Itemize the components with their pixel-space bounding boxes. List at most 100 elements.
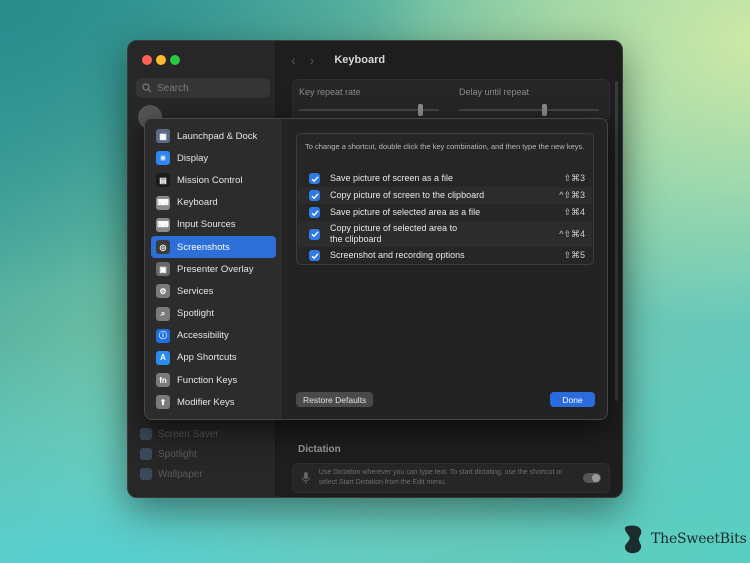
accessibility-icon: ⓘ [156, 328, 170, 343]
sidebar-item-services[interactable]: ⚙ Services [151, 280, 276, 302]
sidebar-item-launchpad-dock[interactable]: ▦ Launchpad & Dock [151, 125, 276, 147]
sidebar-item-label: Display [177, 152, 209, 164]
sidebar-item-label: Screenshots [177, 241, 230, 253]
keyboard-shortcuts-sheet: ▦ Launchpad & Dock ☀ Display ▤ Mission Contro… [144, 118, 608, 420]
mission-control-icon: ▤ [156, 173, 170, 188]
key-repeat-label: Key repeat rate [299, 87, 361, 97]
sidebar-item-spotlight[interactable]: Spotlight [140, 448, 197, 460]
shortcut-checkbox[interactable] [309, 207, 320, 218]
delay-slider[interactable] [459, 109, 599, 111]
sidebar-item-mission-control[interactable]: ▤ Mission Control [151, 169, 276, 191]
brand-name: TheSweetBits [651, 531, 747, 547]
sidebar-item-keyboard[interactable]: ⌨ Keyboard [151, 192, 276, 214]
sidebar-item-label: Accessibility [177, 330, 229, 342]
sidebar-item-display[interactable]: ☀ Display [151, 147, 276, 169]
watermark-logo: TheSweetBits [622, 524, 747, 554]
sidebar-item-label: Input Sources [177, 219, 236, 231]
shortcut-checkbox[interactable] [309, 173, 320, 184]
search-placeholder: Search [157, 82, 189, 94]
shortcuts-sidebar: ▦ Launchpad & Dock ☀ Display ▤ Mission Contro… [145, 119, 283, 419]
shortcut-keys[interactable]: ^⇧⌘4 [559, 229, 585, 240]
sidebar-item-label: Keyboard [177, 197, 218, 209]
sidebar-item-label: Wallpaper [158, 468, 203, 480]
input-sources-icon: ⌨ [156, 217, 170, 232]
search-icon [142, 83, 152, 93]
shortcut-row[interactable]: Save picture of screen as a file ⇧⌘3 [298, 170, 592, 187]
shortcut-keys[interactable]: ⇧⌘3 [563, 173, 585, 184]
spotlight-icon: ⌕ [156, 306, 170, 321]
fn-key-icon: fn [156, 373, 170, 388]
delay-label: Delay until repeat [459, 87, 530, 97]
key-repeat-slider-knob[interactable] [418, 104, 423, 116]
scrollbar[interactable] [615, 81, 618, 401]
sidebar-item-label: Modifier Keys [177, 396, 235, 408]
sidebar-item-label: App Shortcuts [177, 352, 237, 364]
gear-icon: ⚙ [156, 284, 170, 299]
shortcut-keys[interactable]: ⇧⌘5 [563, 250, 585, 261]
shortcut-row[interactable]: Save picture of selected area as a file ⇧… [298, 204, 592, 221]
checkmark-icon [311, 252, 319, 259]
shortcut-checkbox[interactable] [309, 190, 320, 201]
done-button[interactable]: Done [550, 392, 595, 407]
checkmark-icon [311, 175, 319, 182]
shortcut-row[interactable]: Copy picture of screen to the clipboard ^… [298, 187, 592, 204]
sidebar-item-label: Services [177, 285, 214, 297]
sidebar-item-function-keys[interactable]: fn Function Keys [151, 369, 276, 391]
sweetbits-logo-icon [624, 525, 642, 554]
sidebar-item-app-shortcuts[interactable]: A App Shortcuts [151, 347, 276, 369]
shortcuts-pane: To change a shortcut, double click the k… [283, 119, 607, 419]
back-chevron-icon[interactable]: ‹ [291, 52, 296, 68]
sidebar-item-accessibility[interactable]: ⓘ Accessibility [151, 325, 276, 347]
delay-slider-knob[interactable] [542, 104, 547, 116]
keyboard-icon: ⌨ [156, 195, 170, 210]
sidebar-item-label: Launchpad & Dock [177, 130, 258, 142]
wallpaper-icon [140, 468, 152, 480]
sidebar-item-input-sources[interactable]: ⌨ Input Sources [151, 214, 276, 236]
sidebar-item-label: Function Keys [177, 374, 238, 386]
up-arrow-icon: ⬆ [156, 395, 170, 410]
sidebar-item-modifier-keys[interactable]: ⬆ Modifier Keys [151, 391, 276, 413]
presenter-overlay-icon: ▣ [156, 262, 170, 277]
sidebar-item-screen-saver[interactable]: Screen Saver [140, 428, 219, 440]
screen-saver-icon [140, 428, 152, 440]
minimize-window-button[interactable] [156, 55, 166, 65]
microphone-icon [301, 472, 310, 484]
screenshots-icon: ◎ [156, 240, 170, 255]
sidebar-item-presenter-overlay[interactable]: ▣ Presenter Overlay [151, 258, 276, 280]
sidebar-item-label: Spotlight [177, 308, 214, 320]
shortcut-keys[interactable]: ⇧⌘4 [563, 207, 585, 218]
zoom-window-button[interactable] [170, 55, 180, 65]
checkmark-icon [311, 209, 319, 216]
shortcuts-list: To change a shortcut, double click the k… [296, 133, 594, 265]
sidebar-item-label: Screen Saver [158, 428, 219, 440]
checkmark-icon [311, 231, 319, 238]
shortcut-row[interactable]: Copy picture of selected area to the cli… [298, 221, 592, 247]
shortcut-row[interactable]: Screenshot and recording options ⇧⌘5 [298, 247, 592, 264]
shortcut-checkbox[interactable] [309, 228, 320, 240]
restore-defaults-button[interactable]: Restore Defaults [296, 392, 374, 407]
close-window-button[interactable] [142, 55, 152, 65]
shortcut-keys[interactable]: ^⇧⌘3 [559, 190, 585, 201]
shortcut-label: Copy picture of screen to the clipboard [330, 190, 485, 200]
sidebar-item-wallpaper[interactable]: Wallpaper [140, 468, 203, 480]
page-title: Keyboard [334, 54, 386, 66]
checkmark-icon [311, 192, 319, 199]
key-repeat-section: Key repeat rate Delay until repeat [292, 79, 610, 121]
shortcut-label: Screenshot and recording options [330, 250, 465, 260]
launchpad-icon: ▦ [156, 129, 170, 144]
instructions-text: To change a shortcut, double click the k… [305, 142, 585, 151]
sidebar-item-label: Mission Control [177, 174, 243, 186]
sidebar-item-spotlight[interactable]: ⌕ Spotlight [151, 303, 276, 325]
shortcut-label: Copy picture of selected area to the cli… [330, 223, 458, 244]
shortcut-label: Save picture of screen as a file [330, 173, 454, 183]
forward-chevron-icon[interactable]: › [310, 52, 315, 68]
search-field[interactable]: Search [136, 78, 270, 98]
shortcut-checkbox[interactable] [309, 250, 320, 261]
app-store-icon: A [156, 350, 170, 365]
dictation-toggle[interactable] [583, 473, 601, 483]
sidebar-item-label: Presenter Overlay [177, 263, 254, 275]
sidebar-item-screenshots[interactable]: ◎ Screenshots [151, 235, 276, 259]
dictation-row: Use Dictation wherever you can type text… [292, 463, 610, 493]
display-icon: ☀ [156, 151, 170, 166]
window-toolbar: ‹ › Keyboard [277, 41, 622, 79]
